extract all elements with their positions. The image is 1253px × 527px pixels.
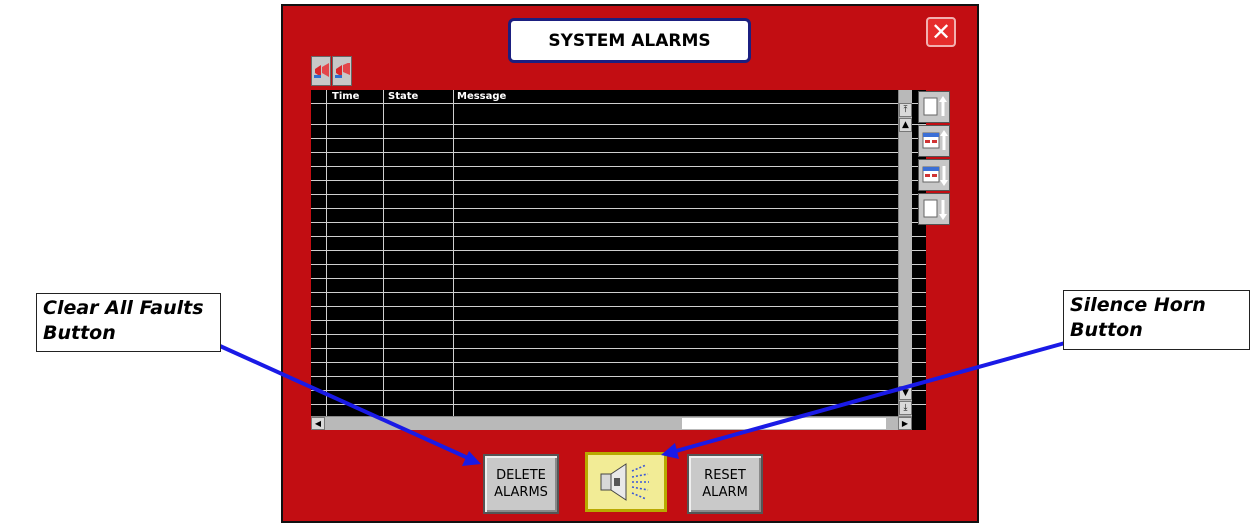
clear-all-faults-callout: Clear All Faults Button <box>36 293 221 352</box>
silence-horn-arrow <box>675 341 1066 453</box>
silence-horn-callout: Silence Horn Button <box>1063 290 1250 350</box>
callout-arrows <box>219 341 1066 466</box>
clear-all-arrow <box>219 344 469 460</box>
silence-horn-arrowhead <box>661 443 679 459</box>
